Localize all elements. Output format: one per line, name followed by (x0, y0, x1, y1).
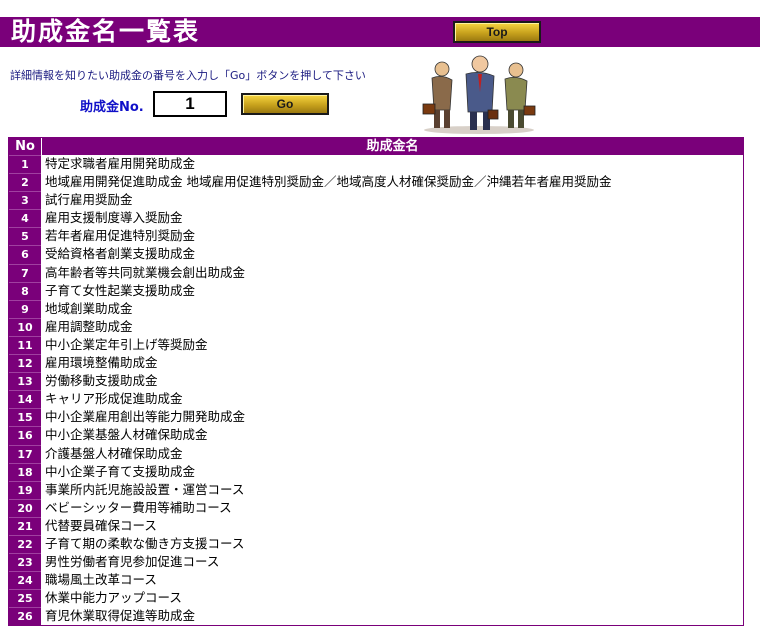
instruction-text: 詳細情報を知りたい助成金の番号を入力し「Go」ボタンを押して下さい (10, 69, 366, 82)
row-number: 25 (9, 589, 41, 608)
row-number: 24 (9, 571, 41, 590)
table-row: 9 地域創業助成金 (9, 299, 743, 318)
grant-name: 子育て女性起業支援助成金 (45, 282, 196, 298)
grant-name: 受給資格者創業支援助成金 (45, 246, 196, 262)
grant-name: 男性労働者育児参加促進コース (45, 554, 220, 570)
row-number: 7 (9, 263, 41, 282)
table-row: 19 事業所内託児施設設置・運営コース (9, 480, 743, 499)
grant-name: 事業所内託児施設設置・運営コース (45, 481, 245, 497)
title-bar: 助成金名一覧表 (0, 17, 760, 47)
table-row: 18 中小企業子育て支援助成金 (9, 462, 743, 481)
top-button[interactable]: Top (453, 21, 541, 43)
grant-name: 子育て期の柔軟な働き方支援コース (45, 535, 245, 551)
row-number: 6 (9, 245, 41, 264)
grant-name: 介護基盤人材確保助成金 (45, 445, 183, 461)
table-row: 14 キャリア形成促進助成金 (9, 390, 743, 409)
grant-table: No 助成金名 1 特定求職者雇用開発助成金 2 地域雇用開発促進助成金 地域雇用促進… (8, 137, 744, 627)
table-row: 24 職場風土改革コース (9, 571, 743, 590)
row-number: 21 (9, 516, 41, 535)
grant-name: 育児休業取得促進等助成金 (45, 608, 196, 624)
grant-name: 地域雇用開発促進助成金 地域雇用促進特別奨励金／地域高度人材確保奨励金／沖縄若年… (45, 174, 612, 190)
row-number: 2 (9, 173, 41, 192)
header-name: 助成金名 (366, 139, 419, 154)
grant-name: 中小企業定年引上げ等奨励金 (45, 336, 208, 352)
table-header: No 助成金名 (9, 138, 743, 155)
row-number: 10 (9, 317, 41, 336)
table-row: 3 試行雇用奨励金 (9, 191, 743, 210)
table-row: 20 ベビーシッター費用等補助コース (9, 498, 743, 517)
row-number: 14 (9, 390, 41, 409)
table-row: 8 子育て女性起業支援助成金 (9, 281, 743, 300)
row-number: 19 (9, 480, 41, 499)
row-number: 18 (9, 462, 41, 481)
grant-name: 地域創業助成金 (45, 300, 133, 316)
row-number: 9 (9, 299, 41, 318)
grant-name: ベビーシッター費用等補助コース (45, 499, 232, 515)
row-number: 1 (9, 155, 41, 174)
row-number: 13 (9, 372, 41, 391)
grant-name: 労働移動支援助成金 (45, 373, 158, 389)
header-no: No (9, 138, 42, 155)
grant-name: 雇用調整助成金 (45, 318, 133, 334)
table-row: 26 育児休業取得促進等助成金 (9, 607, 743, 626)
row-number: 16 (9, 426, 41, 445)
grant-name: 中小企業雇用創出等能力開発助成金 (45, 409, 246, 425)
page-title: 助成金名一覧表 (11, 17, 201, 46)
table-row: 12 雇用環境整備助成金 (9, 354, 743, 373)
grant-name: 職場風土改革コース (45, 572, 157, 588)
row-number: 4 (9, 209, 41, 228)
grant-name: 若年者雇用促進特別奨励金 (45, 228, 196, 244)
grant-name: 雇用環境整備助成金 (45, 355, 158, 371)
row-number: 17 (9, 444, 41, 463)
table-row: 7 高年齢者等共同就業機会創出助成金 (9, 263, 743, 282)
grant-name: 高年齢者等共同就業機会創出助成金 (45, 264, 246, 280)
go-button[interactable]: Go (241, 93, 329, 115)
row-number: 15 (9, 408, 41, 427)
table-row: 5 若年者雇用促進特別奨励金 (9, 227, 743, 246)
grant-name: 代替要員確保コース (45, 517, 157, 533)
grant-name: 試行雇用奨励金 (45, 192, 133, 208)
table-row: 17 介護基盤人材確保助成金 (9, 444, 743, 463)
grant-name: 中小企業基盤人材確保助成金 (45, 427, 208, 443)
grant-name: 雇用支援制度導入奨励金 (45, 210, 183, 226)
grant-name: 中小企業子育て支援助成金 (45, 463, 196, 479)
table-row: 21 代替要員確保コース (9, 516, 743, 535)
table-row: 15 中小企業雇用創出等能力開発助成金 (9, 408, 743, 427)
row-number: 20 (9, 498, 41, 517)
row-number: 26 (9, 607, 41, 626)
table-row: 11 中小企業定年引上げ等奨励金 (9, 335, 743, 355)
table-row: 13 労働移動支援助成金 (9, 372, 743, 391)
row-number: 23 (9, 553, 41, 572)
table-row: 6 受給資格者創業支援助成金 (9, 245, 743, 264)
grant-name: 休業中能力アップコース (45, 590, 182, 606)
table-row: 23 男性労働者育児参加促進コース (9, 553, 743, 572)
grant-name: 特定求職者雇用開発助成金 (45, 156, 196, 171)
table-row: 22 子育て期の柔軟な働き方支援コース (9, 534, 743, 554)
table-row: 4 雇用支援制度導入奨励金 (9, 209, 743, 228)
table-row: 10 雇用調整助成金 (9, 317, 743, 336)
row-number: 12 (9, 354, 41, 373)
table-row: 25 休業中能力アップコース (9, 589, 743, 608)
row-number: 3 (9, 191, 41, 210)
table-row: 1 特定求職者雇用開発助成金 (9, 155, 743, 174)
row-number: 5 (9, 227, 41, 246)
grant-number-label: 助成金No. (80, 100, 144, 115)
row-number: 11 (9, 335, 41, 355)
row-number: 22 (9, 534, 41, 554)
business-people-illustration (422, 55, 536, 134)
row-number: 8 (9, 281, 41, 300)
grant-name: キャリア形成促進助成金 (45, 391, 183, 407)
grant-number-input[interactable]: 1 (153, 91, 227, 117)
table-row: 16 中小企業基盤人材確保助成金 (9, 426, 743, 445)
table-row: 2 地域雇用開発促進助成金 地域雇用促進特別奨励金／地域高度人材確保奨励金／沖縄若… (9, 173, 743, 192)
